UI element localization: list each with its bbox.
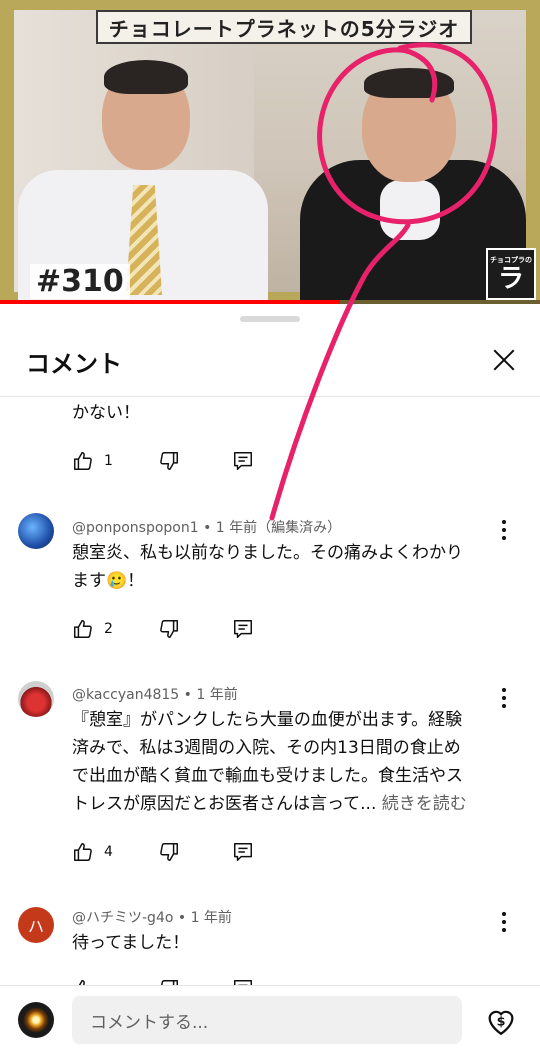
super-thanks-button[interactable]: $ <box>484 1004 518 1038</box>
video-frame: チョコレートプラネットの5分ラジオ #310 チョコプラの ラ <box>14 10 536 300</box>
video-player[interactable]: チョコレートプラネットの5分ラジオ #310 チョコプラの ラ <box>0 0 540 304</box>
dislike-button[interactable] <box>158 840 180 864</box>
thumbs-down-icon <box>160 620 178 638</box>
comment-text-line: トレスが原因だとお医者さんは言って... 続きを読む <box>72 790 512 818</box>
svg-text:$: $ <box>497 1014 506 1029</box>
comment-input[interactable]: コメントする... <box>72 996 462 1044</box>
commenter-avatar[interactable]: ハ <box>18 907 54 943</box>
thumbs-down-icon <box>160 843 178 861</box>
comment-text: 『憩室』がパンクしたら大量の血便が出ます。経験 済みで、私は3週間の入院、その内… <box>72 706 512 818</box>
comment-meta[interactable]: @ハチミツ-g4o • 1 年前 <box>72 907 232 927</box>
thumbs-up-icon <box>74 843 92 861</box>
comment-actions: 2 <box>72 617 272 641</box>
comment-text-line: 待ってました！ <box>72 933 190 953</box>
episode-label: #310 <box>30 264 130 299</box>
reply-button[interactable] <box>232 840 254 864</box>
comment-list[interactable]: かない！ 1 @ponponspopon1 • 1 年前（編集済み） 憩室炎、私… <box>0 397 540 987</box>
comment-text-truncated: トレスが原因だとお医者さんは言って... <box>72 794 377 814</box>
like-count: 4 <box>104 844 113 860</box>
comment-text: 待ってました！ <box>72 929 502 957</box>
logo-big-text: ラ <box>497 264 524 294</box>
user-avatar[interactable] <box>18 1002 54 1038</box>
reply-icon <box>234 620 252 638</box>
like-count: 1 <box>104 453 113 469</box>
comment-text-line: 済みで、私は3週間の入院、その内13日間の食止め <box>72 738 461 758</box>
comment-actions: 4 <box>72 840 272 864</box>
comment-actions: 1 <box>72 449 272 473</box>
reply-icon <box>234 843 252 861</box>
reply-button[interactable] <box>232 617 254 641</box>
thumbs-up-icon <box>74 452 92 470</box>
comment-meta[interactable]: @ponponspopon1 • 1 年前（編集済み） <box>72 517 341 537</box>
like-count: 2 <box>104 621 113 637</box>
commenter-avatar[interactable] <box>18 681 54 717</box>
sheet-title: コメント <box>26 350 122 378</box>
channel-logo: チョコプラの ラ <box>486 248 536 300</box>
comment-text: かない！ <box>72 403 140 423</box>
thumbs-down-icon <box>160 452 178 470</box>
close-icon <box>493 349 515 371</box>
like-button[interactable]: 4 <box>72 840 113 864</box>
thumbs-up-icon <box>74 620 92 638</box>
comment-text-line: ます🥲！ <box>72 571 145 591</box>
comment-composer: コメントする... $ <box>0 985 540 1057</box>
like-button[interactable]: 1 <box>72 449 113 473</box>
read-more-link[interactable]: 続きを読む <box>382 794 467 814</box>
commenter-avatar[interactable] <box>18 513 54 549</box>
comment-text-line: 『憩室』がパンクしたら大量の血便が出ます。経験 <box>72 710 463 730</box>
reply-button[interactable] <box>232 449 254 473</box>
comment-meta[interactable]: @kaccyan4815 • 1 年前 <box>72 684 238 704</box>
sheet-header: コメント <box>0 334 540 394</box>
person-left <box>14 10 274 300</box>
like-button[interactable]: 2 <box>72 617 113 641</box>
close-button[interactable] <box>486 342 522 378</box>
dislike-button[interactable] <box>158 617 180 641</box>
comment-text: 憩室炎、私も以前なりました。その痛みよくわかり ます🥲！ <box>72 539 502 595</box>
dislike-button[interactable] <box>158 449 180 473</box>
super-thanks-icon: $ <box>488 1010 514 1036</box>
comment-text-line: 憩室炎、私も以前なりました。その痛みよくわかり <box>72 543 463 563</box>
video-title-banner: チョコレートプラネットの5分ラジオ <box>96 10 472 44</box>
reply-icon <box>234 452 252 470</box>
comments-sheet: コメント かない！ 1 @ponponspopon1 • 1 年前（編集済み） … <box>0 304 540 1057</box>
comment-text-line: で出血が酷く貧血で輸血も受けました。食生活やス <box>72 766 463 786</box>
drag-handle[interactable] <box>240 316 300 322</box>
